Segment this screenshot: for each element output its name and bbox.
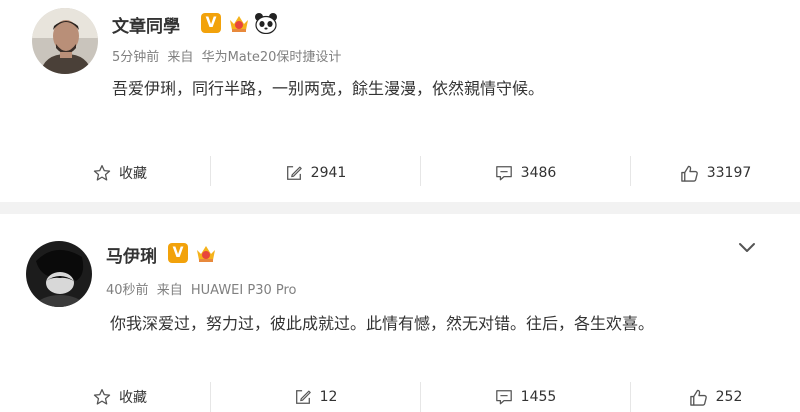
verified-badge: V: [168, 243, 188, 263]
device-source[interactable]: HUAWEI P30 Pro: [191, 283, 297, 298]
comment-bubble-icon: [495, 166, 512, 181]
comment-count: 1455: [520, 389, 557, 405]
repost-edit-icon: [286, 166, 302, 180]
repost-count: 2941: [310, 165, 347, 181]
like-count: 33197: [706, 165, 752, 181]
post-content: 吾爱伊琍，同行半路，一别两宽，餘生漫漫，依然親情守候。: [112, 79, 545, 98]
chevron-down-icon[interactable]: [738, 240, 756, 254]
username[interactable]: 马伊琍: [106, 242, 157, 267]
panda-badge-icon: [255, 13, 277, 34]
username[interactable]: 文章同學: [112, 12, 180, 37]
thumbs-up-icon: [689, 389, 707, 406]
repost-edit-icon: [295, 390, 311, 404]
comment-button[interactable]: 3486: [421, 158, 630, 188]
repost-button[interactable]: 12: [211, 383, 420, 411]
source-prefix: 来自: [156, 283, 183, 298]
source-prefix: 来自: [167, 50, 194, 65]
star-outline-icon: [93, 164, 111, 181]
post-separator: [0, 202, 800, 214]
post-meta: 40秒前 来自 HUAWEI P30 Pro: [106, 279, 301, 298]
post-time[interactable]: 40秒前: [106, 283, 149, 298]
star-outline-icon: [93, 388, 111, 405]
comment-count: 3486: [520, 165, 557, 181]
avatar[interactable]: [26, 241, 92, 307]
repost-count: 12: [319, 389, 338, 405]
post-time[interactable]: 5分钟前: [112, 50, 159, 65]
verified-badge: V: [201, 13, 221, 33]
like-count: 252: [715, 389, 743, 405]
comment-button[interactable]: 1455: [421, 383, 630, 411]
thumbs-up-icon: [680, 165, 698, 182]
crown-badge-icon: [197, 246, 215, 262]
like-button[interactable]: 33197: [631, 158, 800, 188]
comment-bubble-icon: [495, 390, 512, 405]
favorite-label: 收藏: [119, 390, 147, 406]
post-meta: 5分钟前 来自 华为Mate20保时捷设计: [112, 46, 345, 65]
avatar[interactable]: [32, 8, 98, 74]
post-content: 你我深爱过，努力过，彼此成就过。此情有憾，然无对错。往后，各生欢喜。: [110, 314, 655, 333]
repost-button[interactable]: 2941: [211, 158, 420, 188]
crown-badge-icon: [230, 16, 248, 32]
weibo-post-1: 文章同學 V 5分钟前 来自 华为Mate20保时捷设计 吾爱伊琍，同行半路，一…: [0, 0, 800, 214]
weibo-post-2: 马伊琍 V 40秒前 来自 HUAWEI P30 Pro 你我深爱过，努力过，彼…: [0, 214, 800, 412]
device-source[interactable]: 华为Mate20保时捷设计: [202, 50, 342, 65]
like-button[interactable]: 252: [631, 383, 800, 411]
favorite-button[interactable]: 收藏: [30, 383, 210, 411]
favorite-label: 收藏: [119, 166, 147, 182]
favorite-button[interactable]: 收藏: [30, 158, 210, 188]
